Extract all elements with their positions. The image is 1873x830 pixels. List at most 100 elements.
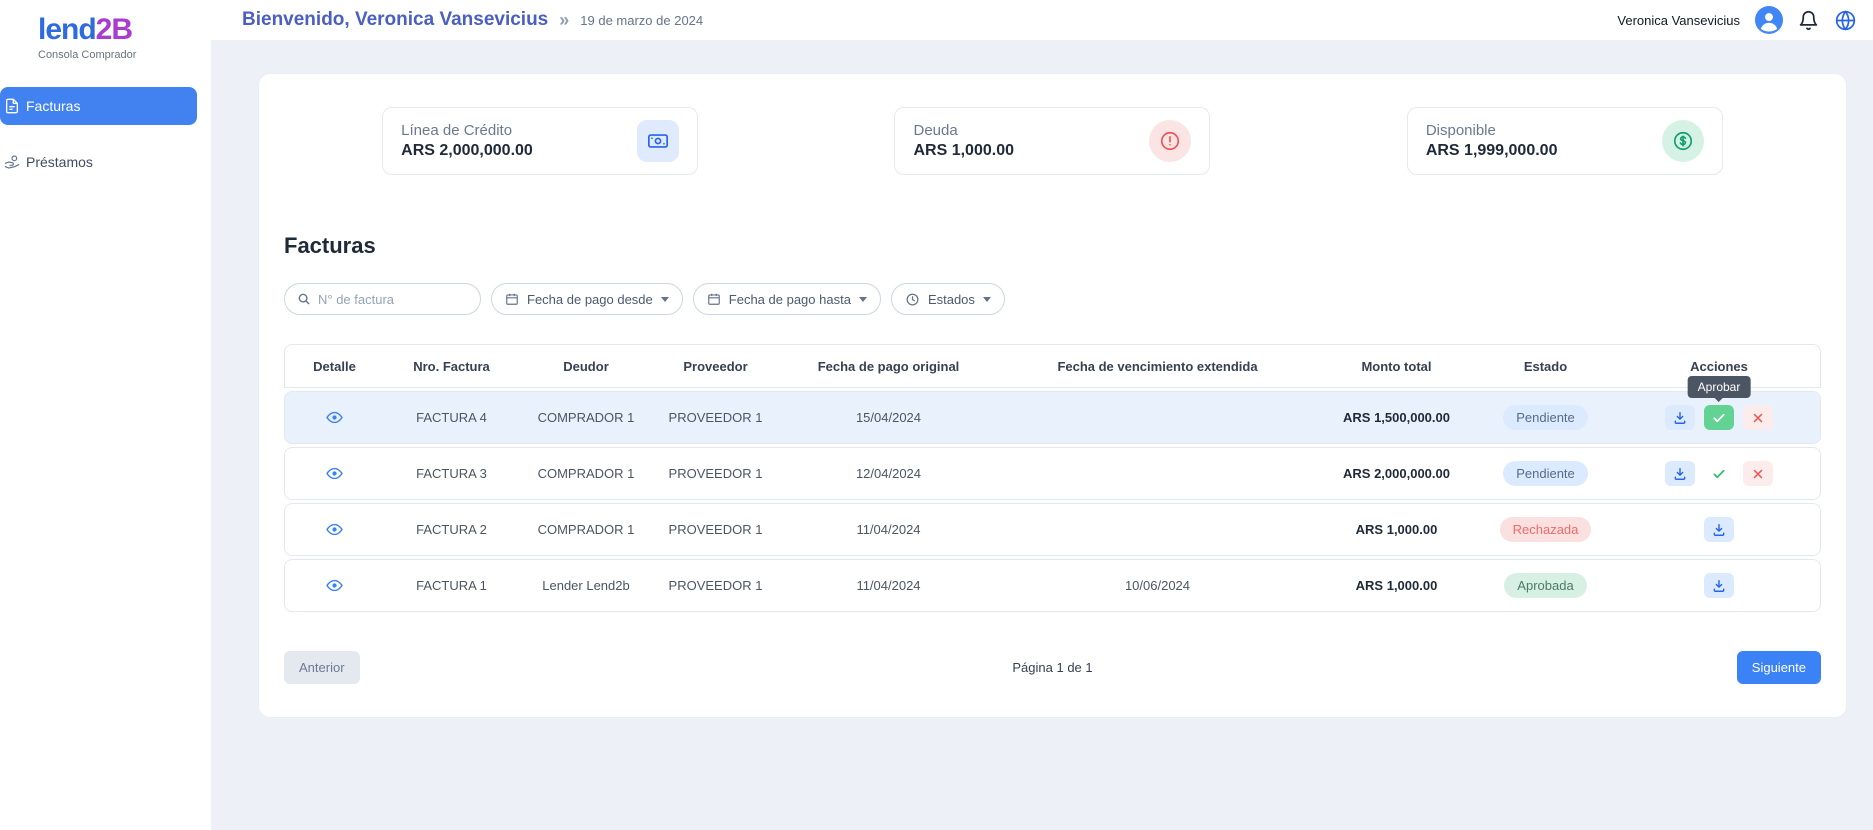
invoice-icon <box>4 98 20 114</box>
search-input[interactable] <box>318 292 468 307</box>
provider-name: PROVEEDOR 1 <box>653 466 778 481</box>
column-header: Deudor <box>519 359 653 374</box>
original-payment-date: 11/04/2024 <box>778 578 999 593</box>
chevron-down-icon <box>859 297 867 302</box>
notifications-bell-icon[interactable] <box>1798 10 1819 31</box>
debtor-name: COMPRADOR 1 <box>519 522 653 537</box>
status-clock-icon <box>905 292 920 307</box>
column-header: Acciones <box>1614 359 1824 374</box>
sidebar: lend2B Consola Comprador Facturas Présta… <box>0 0 211 830</box>
next-page-button[interactable]: Siguiente <box>1737 651 1821 684</box>
invoice-number: FACTURA 1 <box>384 578 519 593</box>
language-globe-icon[interactable] <box>1834 9 1857 32</box>
stats-row: Línea de Crédito ARS 2,000,000.00 Deuda … <box>284 107 1821 175</box>
stat-value: ARS 1,000.00 <box>913 142 1014 160</box>
table-row[interactable]: FACTURA 1 Lender Lend2b PROVEEDOR 1 11/0… <box>284 559 1821 612</box>
eye-icon <box>326 521 343 538</box>
logo-text-lend: lend <box>38 13 96 46</box>
table-row[interactable]: FACTURA 4 COMPRADOR 1 PROVEEDOR 1 15/04/… <box>284 391 1821 444</box>
status-badge: Rechazada <box>1500 517 1592 542</box>
user-name: Veronica Vansevicius <box>1617 13 1740 28</box>
chevrons-separator-icon: » <box>559 10 569 31</box>
topbar-right: Veronica Vansevicius <box>1617 6 1857 34</box>
sidebar-item-label: Préstamos <box>26 154 93 170</box>
eye-icon <box>326 409 343 426</box>
table-body: FACTURA 4 COMPRADOR 1 PROVEEDOR 1 15/04/… <box>284 391 1821 612</box>
page-info: Página 1 de 1 <box>1012 660 1092 675</box>
extended-due-date: 10/06/2024 <box>999 578 1316 593</box>
row-actions <box>1614 573 1824 598</box>
main-panel: Línea de Crédito ARS 2,000,000.00 Deuda … <box>258 73 1847 718</box>
download-button[interactable] <box>1704 517 1734 542</box>
view-details-button[interactable] <box>326 465 343 482</box>
table-row[interactable]: FACTURA 2 COMPRADOR 1 PROVEEDOR 1 11/04/… <box>284 503 1821 556</box>
invoice-number: FACTURA 2 <box>384 522 519 537</box>
view-details-button[interactable] <box>326 521 343 538</box>
column-header: Estado <box>1477 359 1614 374</box>
sidebar-item-facturas[interactable]: Facturas <box>0 87 197 125</box>
filters-bar: Fecha de pago desde Fecha de pago hasta <box>284 283 1821 315</box>
breadcrumb: Bienvenido, Veronica Vansevicius » 19 de… <box>242 9 703 31</box>
approve-button[interactable] <box>1704 405 1734 430</box>
calendar-icon <box>707 292 721 306</box>
original-payment-date: 11/04/2024 <box>778 522 999 537</box>
stat-card: Deuda ARS 1,000.00 <box>894 107 1210 175</box>
download-button[interactable] <box>1665 461 1695 486</box>
invoice-number: FACTURA 3 <box>384 466 519 481</box>
stat-value: ARS 1,999,000.00 <box>1426 142 1558 160</box>
eye-icon <box>326 465 343 482</box>
column-header: Detalle <box>285 359 384 374</box>
table-row[interactable]: FACTURA 3 COMPRADOR 1 PROVEEDOR 1 12/04/… <box>284 447 1821 500</box>
download-button[interactable] <box>1704 573 1734 598</box>
sidebar-nav: Facturas Préstamos <box>0 87 211 181</box>
download-button[interactable] <box>1665 405 1695 430</box>
row-actions: Aprobar <box>1614 405 1824 430</box>
main-area: Bienvenido, Veronica Vansevicius » 19 de… <box>211 0 1873 830</box>
date-from-filter[interactable]: Fecha de pago desde <box>491 283 683 315</box>
logo-text-2b: 2B <box>96 13 132 46</box>
avatar[interactable] <box>1755 6 1783 34</box>
tooltip-aprobar: Aprobar <box>1688 376 1751 398</box>
column-header: Fecha de pago original <box>778 359 999 374</box>
sidebar-item-prestamos[interactable]: Préstamos <box>0 143 197 181</box>
table-header-row: DetalleNro. FacturaDeudorProveedorFecha … <box>284 344 1821 388</box>
states-filter[interactable]: Estados <box>891 283 1005 315</box>
app-root: lend2B Consola Comprador Facturas Présta… <box>0 0 1873 830</box>
content: Línea de Crédito ARS 2,000,000.00 Deuda … <box>211 40 1873 830</box>
stat-label: Línea de Crédito <box>401 122 533 139</box>
status-badge: Pendiente <box>1503 405 1588 430</box>
row-actions <box>1614 517 1824 542</box>
row-actions <box>1614 461 1824 486</box>
view-details-button[interactable] <box>326 577 343 594</box>
stat-label: Disponible <box>1426 122 1558 139</box>
stat-card: Línea de Crédito ARS 2,000,000.00 <box>382 107 698 175</box>
total-amount: ARS 1,000.00 <box>1316 578 1477 593</box>
column-header: Proveedor <box>653 359 778 374</box>
filter-label: Fecha de pago desde <box>527 292 653 307</box>
reject-button[interactable] <box>1743 461 1773 486</box>
welcome-title: Bienvenido, Veronica Vansevicius <box>242 9 548 31</box>
previous-page-button[interactable]: Anterior <box>284 651 360 684</box>
dollar-circle-icon <box>1662 120 1704 162</box>
sidebar-item-label: Facturas <box>26 98 80 114</box>
eye-icon <box>326 577 343 594</box>
money-check-icon <box>637 120 679 162</box>
invoice-number: FACTURA 4 <box>384 410 519 425</box>
logo-subtitle: Consola Comprador <box>38 49 136 61</box>
debtor-name: COMPRADOR 1 <box>519 466 653 481</box>
provider-name: PROVEEDOR 1 <box>653 410 778 425</box>
debtor-name: Lender Lend2b <box>519 578 653 593</box>
original-payment-date: 15/04/2024 <box>778 410 999 425</box>
stat-label: Deuda <box>913 122 1014 139</box>
provider-name: PROVEEDOR 1 <box>653 522 778 537</box>
current-date: 19 de marzo de 2024 <box>580 13 703 28</box>
provider-name: PROVEEDOR 1 <box>653 578 778 593</box>
loans-icon <box>4 154 20 170</box>
logo: lend2B Consola Comprador <box>38 14 136 61</box>
approve-button[interactable] <box>1704 461 1734 486</box>
reject-button[interactable] <box>1743 405 1773 430</box>
view-details-button[interactable] <box>326 409 343 426</box>
total-amount: ARS 1,500,000.00 <box>1316 410 1477 425</box>
date-to-filter[interactable]: Fecha de pago hasta <box>693 283 881 315</box>
pagination: Anterior Página 1 de 1 Siguiente <box>284 651 1821 684</box>
